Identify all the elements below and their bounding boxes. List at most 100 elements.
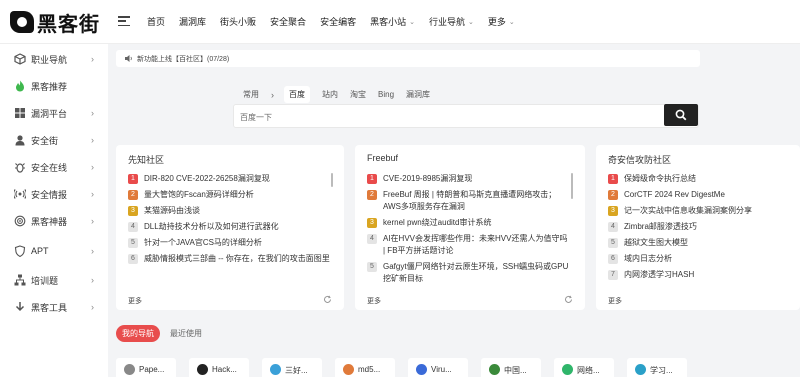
sidebar-item-security-online[interactable]: 安全在线 › <box>0 157 108 177</box>
card-title: 奇安信攻防社区 <box>608 155 672 165</box>
list-item[interactable]: 6 威胁情报模式三部曲 -- 你存在，在我们的攻击面图里 <box>128 253 330 265</box>
download-icon <box>15 302 25 312</box>
shortcut-tile[interactable]: Hack... <box>189 358 249 377</box>
list-item[interactable]: 2 FreeBuf 周报 | 特朗普和马斯克直播遭网络攻击；AWS多项服务存在漏洞 <box>367 189 571 213</box>
scrollbar[interactable] <box>571 173 573 199</box>
list-item[interactable]: 4 Zimbra邮服渗透技巧 <box>608 221 786 233</box>
virus-icon <box>416 364 427 375</box>
site-logo[interactable]: 黑客街 <box>10 9 100 36</box>
sidebar-item-hacker-kit[interactable]: 黑客工具 › <box>0 297 108 317</box>
list-item[interactable]: 2 量大管饱的Fscan源码详细分析 <box>128 189 330 201</box>
shortcut-tile[interactable]: 三好... <box>262 358 322 377</box>
card-title: 先知社区 <box>128 155 165 165</box>
chevron-right-icon: › <box>91 275 94 285</box>
chevron-right-icon: › <box>91 162 94 172</box>
net-icon <box>562 364 573 375</box>
scrollbar[interactable] <box>331 173 333 187</box>
sidebar: 职业导航 › 黑客推荐 漏洞平台 › 安全街 › 安全在线 › 安全情报 › 黑… <box>0 44 108 377</box>
list-item[interactable]: 3 记一次实战中信息收集漏洞案例分享 <box>608 205 786 217</box>
search-tab-common[interactable]: 常用 <box>243 89 259 100</box>
cube-icon <box>14 53 26 65</box>
chevron-right-icon: › <box>91 189 94 199</box>
more-link[interactable]: 更多 <box>128 296 142 306</box>
sidebar-item-vuln-platform[interactable]: 漏洞平台 › <box>0 103 108 123</box>
shortcut-tile[interactable]: Pape... <box>116 358 176 377</box>
news-card-qianxin: 奇安信攻防社区 1 保姆级命令执行总结 2 CorCTF 2024 Rev Dige… <box>596 145 800 310</box>
nav-security-blog[interactable]: 安全编客 <box>320 15 356 28</box>
sidebar-item-intelligence[interactable]: 安全情报 › <box>0 184 108 204</box>
list-item[interactable]: 3 某猫源码由浅谈 <box>128 205 330 217</box>
search-button[interactable] <box>664 104 698 126</box>
search-box <box>233 104 699 128</box>
list-item[interactable]: 1 DIR-820 CVE-2022-26258漏洞复现 <box>128 173 330 185</box>
chevron-right-icon: › <box>91 54 94 64</box>
list-item[interactable]: 4 AI在HVV会发挥哪些作用：未来HVV还需人为值守吗 | FB平方拼话题讨论 <box>367 233 571 257</box>
top-nav: 首页 漏洞库 街头小贩 安全聚合 安全编客 黑客小站 ⌄ 行业导航 ⌄ 更多 ⌄ <box>140 15 522 28</box>
shortcut-tile[interactable]: md5... <box>335 358 395 377</box>
search-tab-site[interactable]: 站内 <box>322 89 338 100</box>
search-tab-vulndb[interactable]: 漏洞库 <box>406 89 430 100</box>
notice-text[interactable]: 新功能上线【百社区】(07/28) <box>137 54 229 64</box>
list-item[interactable]: 5 越狱文生图大模型 <box>608 237 786 249</box>
speaker-icon <box>125 55 132 62</box>
nav-industry[interactable]: 行业导航 ⌄ <box>429 15 474 28</box>
list-item[interactable]: 7 内网渗透学习HASH <box>608 269 786 281</box>
news-list: 1 保姆级命令执行总结 2 CorCTF 2024 Rev DigestMe 3 记一… <box>608 173 786 285</box>
hierarchy-icon <box>14 274 26 286</box>
nav-vuln-db[interactable]: 漏洞库 <box>179 15 206 28</box>
list-item[interactable]: 4 DLL劫持技术分析以及如何进行武器化 <box>128 221 330 233</box>
sidebar-item-apt[interactable]: APT › <box>0 241 108 261</box>
paper-icon <box>124 364 135 375</box>
tab-my-nav[interactable]: 我的导航 <box>116 325 160 342</box>
more-link[interactable]: 更多 <box>367 296 381 306</box>
chevron-right-icon: › <box>91 302 94 312</box>
search-tab-taobao[interactable]: 淘宝 <box>350 89 366 100</box>
menu-icon[interactable] <box>118 16 130 27</box>
list-item[interactable]: 5 Gafgyt僵尸网络针对云原生环境，SSH蠕虫码或GPU挖矿新目标 <box>367 261 571 285</box>
sidebar-item-hacker-tools[interactable]: 黑客神器 › <box>0 211 108 231</box>
more-link[interactable]: 更多 <box>608 296 622 306</box>
search-tab-baidu[interactable]: 百度 <box>284 86 310 103</box>
chevron-right-icon: › <box>91 108 94 118</box>
windows-icon <box>15 108 25 118</box>
shortcut-tile[interactable]: 网络... <box>554 358 614 377</box>
chevron-right-icon: › <box>91 135 94 145</box>
refresh-icon[interactable] <box>323 295 332 304</box>
shortcut-tile[interactable]: 学习... <box>627 358 687 377</box>
chevron-down-icon: ⌄ <box>467 18 474 26</box>
bottom-tabs: 我的导航 最近使用 <box>116 325 212 342</box>
shortcut-tile[interactable]: Viru... <box>408 358 468 377</box>
list-item[interactable]: 2 CorCTF 2024 Rev DigestMe <box>608 189 786 201</box>
logo-icon <box>10 11 34 33</box>
search-tab-bing[interactable]: Bing <box>378 90 394 99</box>
list-item[interactable]: 1 保姆级命令执行总结 <box>608 173 786 185</box>
news-card-xianzhi: 先知社区 1 DIR-820 CVE-2022-26258漏洞复现 2 量大管饱的F… <box>116 145 344 310</box>
list-item[interactable]: 6 域内日志分析 <box>608 253 786 265</box>
search-input[interactable] <box>240 109 650 125</box>
md5-icon <box>343 364 354 375</box>
search-icon <box>675 109 687 121</box>
learn-icon <box>635 364 646 375</box>
nav-more[interactable]: 更多 ⌄ <box>488 15 515 28</box>
nav-home[interactable]: 首页 <box>147 15 165 28</box>
flame-icon <box>16 80 24 92</box>
radar-icon <box>14 189 26 199</box>
bug-icon <box>15 163 25 173</box>
list-item[interactable]: 3 kernel pwn绕过auditd审计系统 <box>367 217 571 229</box>
hack-icon <box>197 364 208 375</box>
notice-bar[interactable]: 新功能上线【百社区】(07/28) <box>116 50 700 67</box>
sidebar-item-recommend[interactable]: 黑客推荐 <box>0 76 108 96</box>
nav-street-vendor[interactable]: 街头小贩 <box>220 15 256 28</box>
nav-hacker-station[interactable]: 黑客小站 ⌄ <box>370 15 415 28</box>
list-item[interactable]: 1 CVE-2019-8985漏洞复现 <box>367 173 571 185</box>
list-item[interactable]: 5 针对一个JAVA官CS马的详细分析 <box>128 237 330 249</box>
sidebar-item-career-nav[interactable]: 职业导航 › <box>0 49 108 69</box>
refresh-icon[interactable] <box>564 295 573 304</box>
news-card-freebuf: Freebuf 1 CVE-2019-8985漏洞复现 2 FreeBuf 周报 |… <box>355 145 585 310</box>
sidebar-item-security-street[interactable]: 安全街 › <box>0 130 108 150</box>
nav-security-aggregate[interactable]: 安全聚合 <box>270 15 306 28</box>
chevron-right-icon: › <box>91 216 94 226</box>
sidebar-item-training[interactable]: 培训题 › <box>0 270 108 290</box>
tab-recent[interactable]: 最近使用 <box>164 325 208 342</box>
shortcut-tile[interactable]: 中国... <box>481 358 541 377</box>
